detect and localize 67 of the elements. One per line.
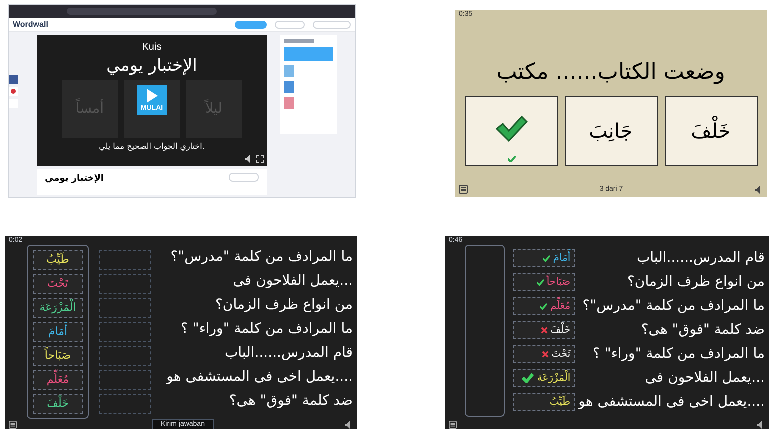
answer-chip[interactable]: طَيِّبُ [33,250,83,270]
question-text: ما المرادف من كلمة "وراء" ؟ [593,345,765,364]
answer-chip: طَيِّبُ [512,393,575,411]
quiz-type-label: Kuis [142,41,162,55]
upgrade-button[interactable] [275,20,305,28]
menu-icon[interactable] [449,421,457,429]
share-button[interactable] [229,173,259,182]
question-text: ما المرادف من كلمة "مدرس"؟ [582,297,765,316]
cross-icon [540,326,548,334]
checkmark-icon [543,254,550,262]
checkmark-icon [494,115,528,143]
question-text: يعمل اخى فى المستشفى هو.... [578,393,765,412]
answer-chip: خَلْفَ [512,321,575,339]
site-logo[interactable]: Wordwall [13,18,48,30]
question-text: ضد كلمة "فوق" هى؟ [641,321,765,340]
question-text: يعمل الفلاحون فى... [645,369,765,388]
answer-chip[interactable]: خَلْفَ [33,394,83,414]
checkmark-icon [536,278,544,286]
answer-chip[interactable]: الْمَزْرَعَة [33,298,83,318]
cross-icon [542,350,549,358]
question-text: قام المدرس......الباب [224,344,353,363]
user-menu[interactable] [313,20,351,28]
answer-card[interactable] [464,96,558,166]
answer-slot[interactable] [99,250,151,270]
answer-chip: تَحْتَ [512,345,575,363]
answer-slot[interactable] [99,346,151,366]
fullscreen-icon[interactable] [256,155,264,163]
checkmark-icon [540,302,548,310]
pinterest-share-icon[interactable] [9,87,18,96]
answer-slot[interactable] [99,322,151,342]
answer-slot[interactable] [99,370,151,390]
speaker-icon[interactable] [757,421,765,429]
question-text: من انواع ظرف الزمان؟ [627,273,765,292]
play-icon [146,88,158,102]
answer-chip: مُعَلِّم [512,297,575,315]
question-text: ما المرادف من كلمة "مدرس"؟ [170,248,353,267]
speaker-icon[interactable] [245,155,253,163]
quiz-title: الإختبار يومي [106,55,198,77]
answer-chip[interactable]: مُعَلِّم [33,370,83,390]
menu-icon[interactable] [459,185,468,194]
answer-card[interactable]: خَلْفَ [664,96,758,166]
panel-heading [284,39,314,43]
answer-chip: صَبَاحاً [512,273,575,291]
answer-card[interactable]: جَانِبَ [564,96,658,166]
create-activity-button[interactable] [235,20,267,28]
instruction-text: اختاري الجواب الصحيح مما يلي. [99,141,205,153]
question-text: يعمل الفلاحون فى... [233,272,353,291]
speaker-icon[interactable] [345,420,353,428]
speaker-icon[interactable] [754,186,763,194]
activity-title: الإختبار يومي [45,173,104,186]
question-text: ما المرادف من كلمة "وراء" ؟ [181,320,353,339]
answer-chip: أَمَامَ [512,249,575,267]
answer-chip[interactable]: صَبَاحاً [33,346,83,366]
answer-slot[interactable] [99,394,151,414]
question-text: قام المدرس......الباب [636,249,765,268]
question-text: من انواع ظرف الزمان؟ [215,296,353,315]
answer-slot[interactable] [99,274,151,294]
answer-chip: الْمَزْرَعَة [512,369,575,387]
answer-chip[interactable]: أَمَامَ [33,322,83,342]
answer-chip[interactable]: تَحْتَ [33,274,83,294]
question-text: ضد كلمة "فوق" هى؟ [229,392,353,411]
checkmark-icon [508,156,516,162]
question-text: وضعت الكتاب...... مكتب [496,60,726,86]
question-text: يعمل اخى فى المستشفى هو.... [166,368,353,387]
checkmark-icon [522,373,534,383]
answer-slot[interactable] [99,298,151,318]
menu-icon[interactable] [9,420,17,428]
